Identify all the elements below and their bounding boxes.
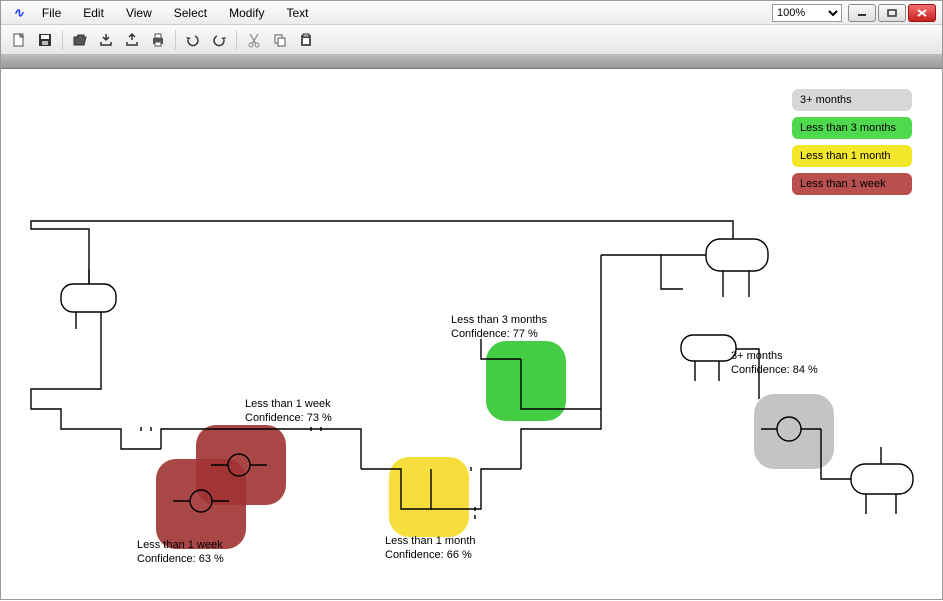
node-label-grey: 3+ monthsConfidence: 84 % <box>731 349 818 378</box>
print-button[interactable] <box>146 28 170 52</box>
highlight-node-grey[interactable] <box>754 394 834 469</box>
node-label-green: Less than 3 monthsConfidence: 77 % <box>451 313 547 342</box>
cut-icon <box>246 32 262 48</box>
menu-view[interactable]: View <box>116 3 162 23</box>
menu-select[interactable]: Select <box>164 3 217 23</box>
ribbon-strip <box>1 55 942 69</box>
highlight-node-green[interactable] <box>486 341 566 421</box>
menu-modify[interactable]: Modify <box>219 3 274 23</box>
save-icon <box>37 32 53 48</box>
new-icon <box>11 32 27 48</box>
legend-item-grey: 3+ months <box>792 89 912 111</box>
toolbar-separator <box>175 30 176 50</box>
toolbar <box>1 25 942 55</box>
menu-edit[interactable]: Edit <box>73 3 114 23</box>
copy-icon <box>272 32 288 48</box>
cut-button[interactable] <box>242 28 266 52</box>
legend-item-red: Less than 1 week <box>792 173 912 195</box>
diagram-canvas[interactable]: 3+ months Less than 3 months Less than 1… <box>1 69 942 599</box>
undo-button[interactable] <box>181 28 205 52</box>
menu-text[interactable]: Text <box>276 3 318 23</box>
close-button[interactable] <box>908 4 936 22</box>
toolbar-separator <box>236 30 237 50</box>
maximize-button[interactable] <box>878 4 906 22</box>
import-button[interactable] <box>94 28 118 52</box>
maximize-icon <box>886 8 898 18</box>
paste-button[interactable] <box>294 28 318 52</box>
node-label-red1: Less than 1 weekConfidence: 63 % <box>137 538 224 567</box>
redo-icon <box>211 32 227 48</box>
menubar: ∿ File Edit View Select Modify Text 100% <box>1 1 942 25</box>
node-label-yellow: Less than 1 monthConfidence: 66 % <box>385 534 476 563</box>
toolbar-separator <box>62 30 63 50</box>
menubar-left: ∿ File Edit View Select Modify Text <box>7 3 318 23</box>
export-icon <box>124 32 140 48</box>
save-button[interactable] <box>33 28 57 52</box>
export-button[interactable] <box>120 28 144 52</box>
legend-item-green: Less than 3 months <box>792 117 912 139</box>
menu-file[interactable]: File <box>32 3 71 23</box>
window-controls <box>848 4 936 22</box>
menubar-right: 100% <box>772 4 936 22</box>
open-icon <box>72 32 88 48</box>
app-logo-icon: ∿ <box>7 5 30 21</box>
undo-icon <box>185 32 201 48</box>
zoom-select[interactable]: 100% <box>772 4 842 22</box>
redo-button[interactable] <box>207 28 231 52</box>
print-icon <box>150 32 166 48</box>
close-icon <box>916 8 928 18</box>
minimize-icon <box>856 8 868 18</box>
minimize-button[interactable] <box>848 4 876 22</box>
highlight-node-yellow[interactable] <box>389 457 469 537</box>
highlight-node-red2[interactable] <box>196 425 286 505</box>
node-label-red2: Less than 1 weekConfidence: 73 % <box>245 397 332 426</box>
legend-item-yellow: Less than 1 month <box>792 145 912 167</box>
new-button[interactable] <box>7 28 31 52</box>
paste-icon <box>298 32 314 48</box>
copy-button[interactable] <box>268 28 292 52</box>
import-icon <box>98 32 114 48</box>
legend: 3+ months Less than 3 months Less than 1… <box>792 89 912 195</box>
open-button[interactable] <box>68 28 92 52</box>
